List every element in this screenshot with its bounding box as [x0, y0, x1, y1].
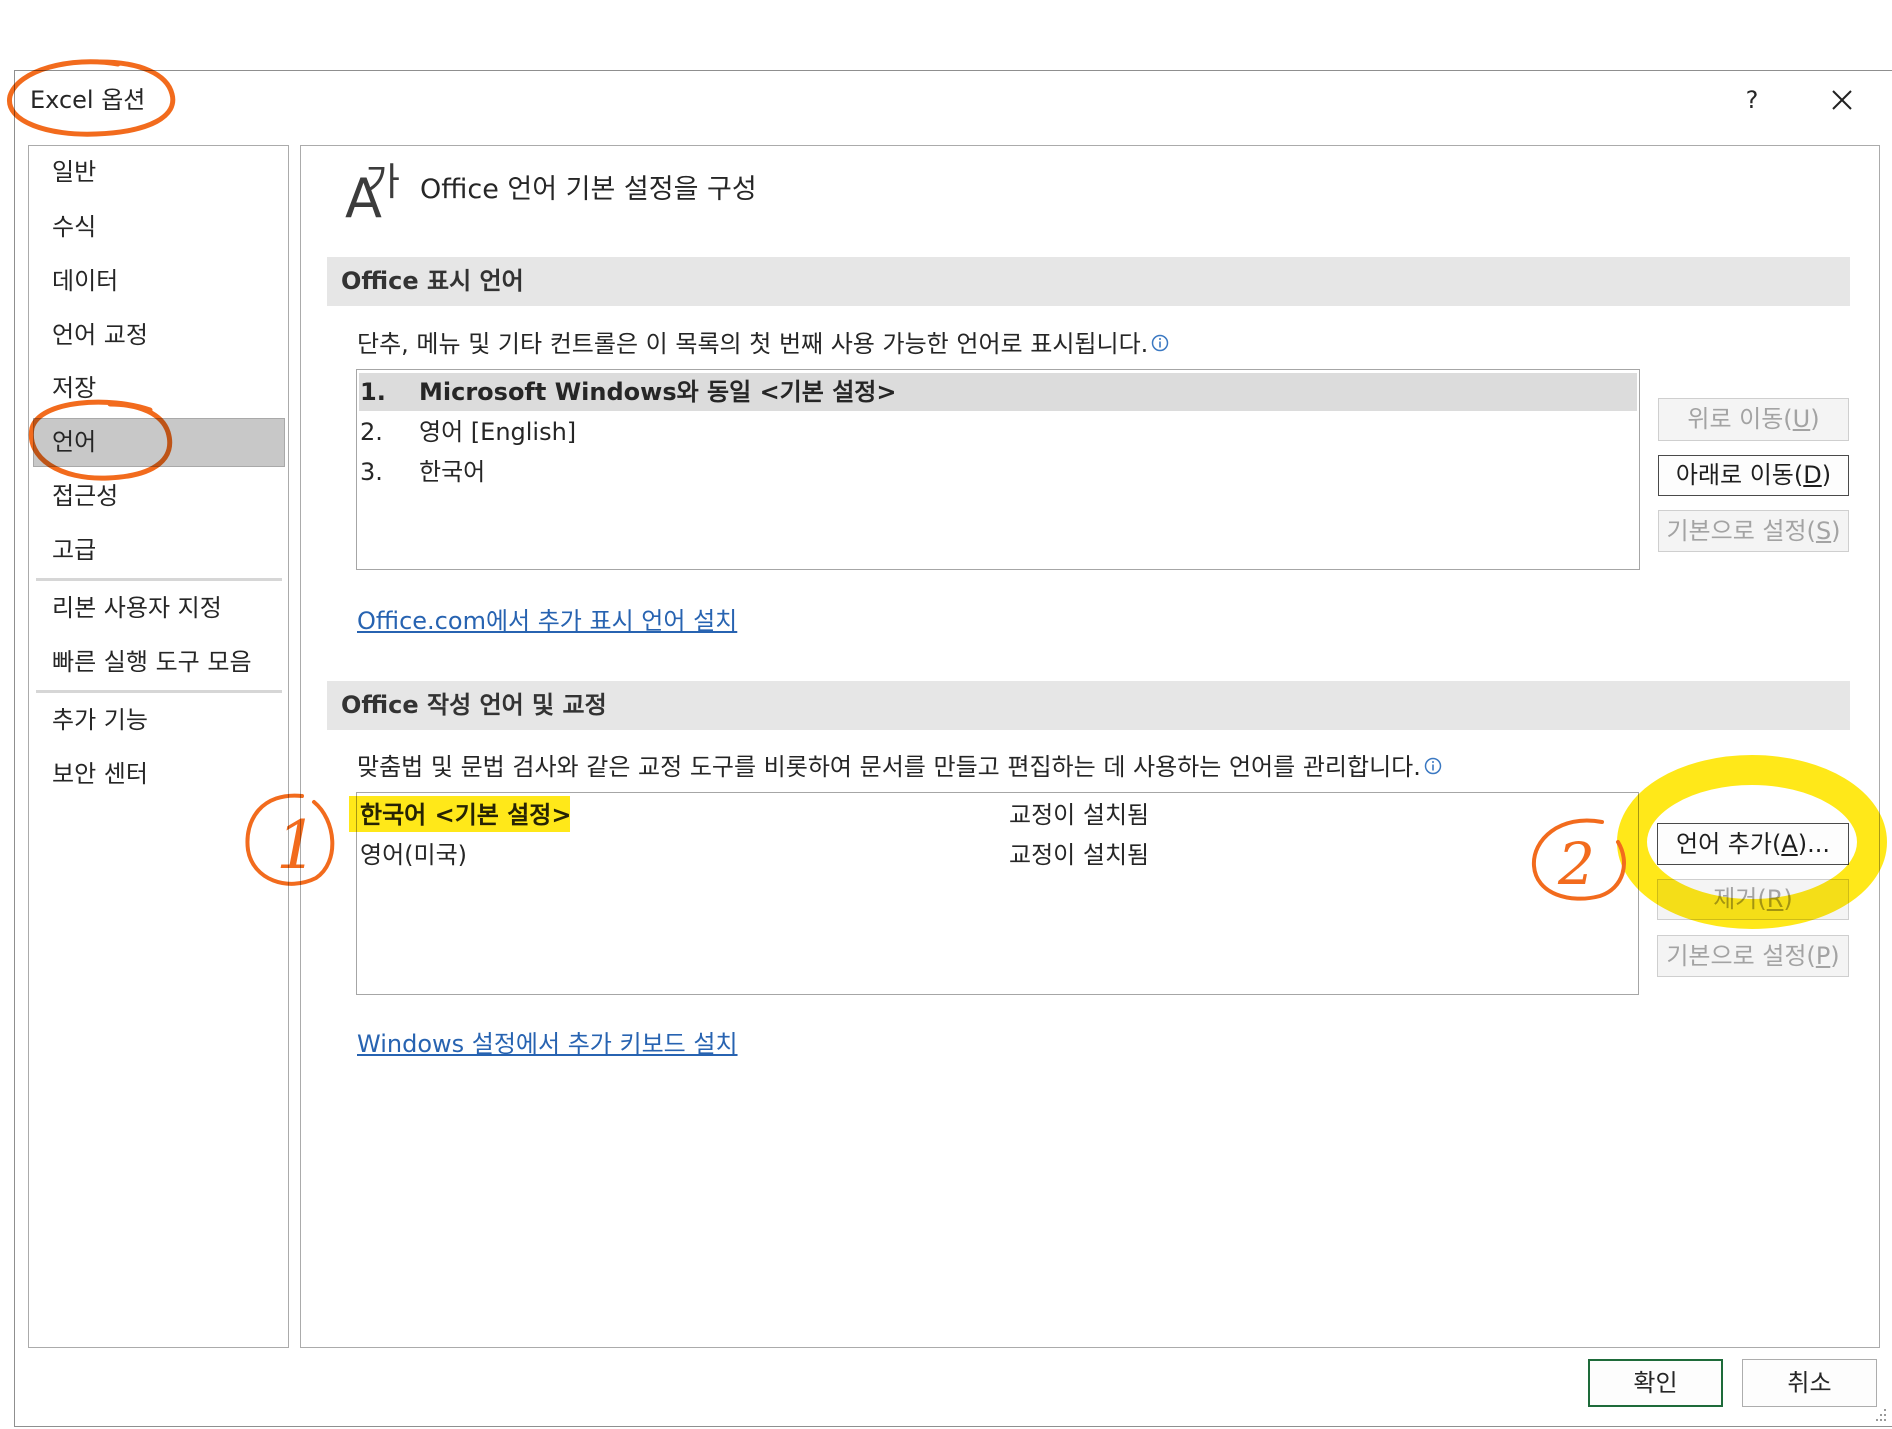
sidebar-item-proofing[interactable]: 언어 교정 — [33, 313, 285, 357]
sidebar-item-customize-ribbon[interactable]: 리본 사용자 지정 — [33, 586, 285, 630]
sidebar-divider — [36, 578, 282, 581]
move-up-button-suffix: ) — [1810, 405, 1820, 433]
list-item[interactable]: 1. Microsoft Windows와 동일 <기본 설정> — [359, 373, 1637, 411]
set-default-display-button-suffix: ) — [1831, 517, 1841, 545]
move-down-access-key: D — [1803, 461, 1822, 489]
sidebar-item-trust-center[interactable]: 보안 센터 — [33, 752, 285, 796]
add-language-button-text: 언어 추가( — [1676, 830, 1782, 858]
display-language-heading: Office 표시 언어 — [327, 257, 1850, 306]
install-display-language-link[interactable]: Office.com에서 추가 표시 언어 설치 — [357, 605, 737, 637]
sidebar-item-data[interactable]: 데이터 — [33, 259, 285, 303]
move-down-button[interactable]: 아래로 이동(D) — [1658, 455, 1849, 496]
authoring-language-list[interactable]: 한국어 <기본 설정> 교정이 설치됨 영어(미국) 교정이 설치됨 — [356, 792, 1639, 995]
move-down-button-suffix: ) — [1821, 461, 1832, 489]
sidebar-item-quick-access-toolbar[interactable]: 빠른 실행 도구 모음 — [33, 640, 285, 684]
close-button[interactable] — [1830, 88, 1854, 112]
remove-language-button-text: 제거( — [1713, 885, 1767, 913]
sidebar-item-general[interactable]: 일반 — [33, 150, 285, 194]
list-item-number: 1. — [360, 378, 386, 406]
list-item[interactable]: 한국어 <기본 설정> 교정이 설치됨 — [359, 796, 1636, 834]
set-default-authoring-button-suffix: ) — [1830, 942, 1840, 970]
set-default-authoring-access-key: P — [1815, 942, 1831, 970]
language-icon: A 가 — [345, 160, 400, 220]
add-language-button[interactable]: 언어 추가(A)... — [1657, 823, 1849, 865]
language-icon-hangul: 가 — [365, 160, 400, 204]
dialog-title: Excel 옵션 — [30, 86, 146, 114]
list-item-number: 3. — [360, 458, 383, 486]
page-title: Office 언어 기본 설정을 구성 — [420, 174, 757, 205]
list-item[interactable]: 3. 한국어 — [359, 453, 1637, 491]
sidebar-item-add-ins[interactable]: 추가 기능 — [33, 698, 285, 742]
list-item-label: 한국어 — [419, 458, 486, 486]
sidebar-item-save[interactable]: 저장 — [33, 366, 285, 410]
remove-language-button[interactable]: 제거(R) — [1657, 879, 1849, 920]
remove-language-access-key: R — [1766, 885, 1784, 913]
info-icon[interactable] — [1424, 757, 1442, 775]
sidebar-item-accessibility[interactable]: 접근성 — [33, 474, 285, 518]
display-language-description: 단추, 메뉴 및 기타 컨트롤은 이 목록의 첫 번째 사용 가능한 언어로 표… — [357, 328, 1169, 360]
list-item[interactable]: 2. 영어 [English] — [359, 413, 1637, 451]
list-item-language: 영어(미국) — [360, 841, 468, 869]
info-icon[interactable] — [1151, 334, 1169, 352]
move-up-button[interactable]: 위로 이동(U) — [1658, 398, 1849, 441]
resize-grip-icon[interactable] — [1874, 1405, 1888, 1423]
set-default-display-button-text: 기본으로 설정( — [1666, 517, 1816, 545]
list-item-status: 교정이 설치됨 — [1009, 841, 1150, 869]
list-item[interactable]: 영어(미국) 교정이 설치됨 — [359, 836, 1636, 874]
set-default-display-button[interactable]: 기본으로 설정(S) — [1658, 510, 1849, 552]
move-up-button-text: 위로 이동( — [1687, 405, 1793, 433]
add-language-button-suffix: )... — [1797, 830, 1830, 858]
list-item-label: Microsoft Windows와 동일 <기본 설정> — [419, 378, 897, 406]
sidebar-item-advanced[interactable]: 고급 — [33, 528, 285, 572]
sidebar-item-language[interactable]: 언어 — [33, 418, 285, 467]
list-item-language: 한국어 <기본 설정> — [360, 801, 572, 829]
authoring-language-description: 맞춤법 및 문법 검사와 같은 교정 도구를 비롯하여 문서를 만들고 편집하는… — [357, 751, 1442, 783]
set-default-authoring-button[interactable]: 기본으로 설정(P) — [1657, 935, 1849, 977]
cancel-button[interactable]: 취소 — [1742, 1359, 1877, 1407]
main-panel — [300, 145, 1880, 1348]
set-default-display-access-key: S — [1815, 517, 1832, 545]
display-language-list[interactable]: 1. Microsoft Windows와 동일 <기본 설정> 2. 영어 [… — [356, 369, 1640, 570]
sidebar-divider — [36, 690, 282, 693]
display-language-description-text: 단추, 메뉴 및 기타 컨트롤은 이 목록의 첫 번째 사용 가능한 언어로 표… — [357, 330, 1149, 358]
move-up-access-key: U — [1792, 405, 1811, 433]
add-language-access-key: A — [1781, 830, 1798, 858]
set-default-authoring-button-text: 기본으로 설정( — [1666, 942, 1816, 970]
authoring-language-heading: Office 작성 언어 및 교정 — [327, 681, 1850, 730]
remove-language-button-suffix: ) — [1783, 885, 1793, 913]
authoring-language-description-text: 맞춤법 및 문법 검사와 같은 교정 도구를 비롯하여 문서를 만들고 편집하는… — [357, 753, 1421, 781]
install-keyboard-link[interactable]: Windows 설정에서 추가 키보드 설치 — [357, 1028, 738, 1060]
sidebar-item-formulas[interactable]: 수식 — [33, 205, 285, 249]
list-item-number: 2. — [360, 418, 383, 446]
close-icon — [1832, 90, 1852, 110]
move-down-button-text: 아래로 이동( — [1675, 461, 1804, 489]
list-item-status: 교정이 설치됨 — [1009, 801, 1150, 829]
list-item-label: 영어 [English] — [419, 418, 577, 446]
help-button[interactable]: ? — [1740, 85, 1764, 115]
ok-button[interactable]: 확인 — [1588, 1359, 1723, 1407]
